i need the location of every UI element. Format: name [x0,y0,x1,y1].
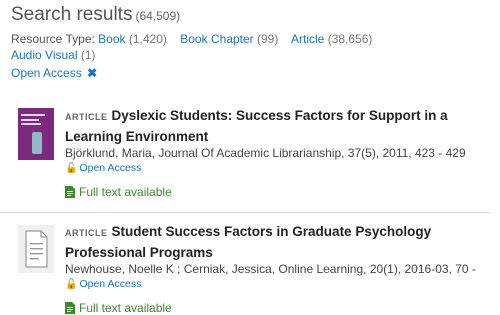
result-type-badge: ARTICLE [65,228,108,238]
document-icon [65,302,75,314]
full-text-link[interactable]: Full text available [65,185,485,199]
result-body: ARTICLE Dyslexic Students: Success Factor… [65,106,485,199]
result-title[interactable]: ARTICLE Student Success Factors in Gradua… [65,222,485,262]
unlock-icon: 🔓 [65,163,78,174]
open-access-label: Open Access [79,162,142,174]
facet-audio-visual-link[interactable]: Audio Visual [11,48,78,62]
result-title-line1[interactable]: Student Success Factors in Graduate Psyc… [112,224,432,239]
results-header: Search results (64,509) [11,4,180,26]
journal-cover-thumbnail[interactable] [18,108,54,160]
document-icon [65,186,75,198]
facet-audio-visual[interactable]: Audio Visual (1) [11,48,96,62]
result-item[interactable]: ARTICLE Dyslexic Students: Success Factor… [0,98,490,210]
page-title: Search results (64,509) [11,4,180,25]
full-text-label[interactable]: Full text available [79,185,172,199]
result-title[interactable]: ARTICLE Dyslexic Students: Success Factor… [65,106,485,146]
facet-book-chapter[interactable]: Book Chapter (99) [180,32,278,46]
active-filter-open-access[interactable]: Open Access ✖ [11,66,97,80]
facet-book-chapter-count: (99) [256,32,279,46]
result-type-badge: ARTICLE [65,112,108,122]
facet-audio-visual-count: (1) [80,48,96,62]
facet-label: Resource Type: [11,32,95,46]
resource-type-facets: Resource Type: Book (1,420) Book Chapter… [11,31,411,63]
facet-book-link[interactable]: Book [98,32,125,46]
facet-book[interactable]: Book (1,420) [98,32,167,46]
open-access-badge: 🔓 Open Access [65,161,485,176]
unlock-icon: 🔓 [65,279,78,290]
document-icon [18,225,54,273]
active-filter-label: Open Access [11,66,82,80]
result-body: ARTICLE Student Success Factors in Gradua… [65,222,485,315]
facet-article-count: (38,656) [327,32,373,46]
result-item[interactable]: ARTICLE Student Success Factors in Gradua… [0,212,490,315]
result-title-line2[interactable]: Professional Programs [65,245,213,260]
journal-cover-image [18,108,54,160]
result-citation: Björklund, Maria, Journal Of Academic Li… [65,146,466,160]
result-citation: Newhouse, Noelle K ; Cerniak, Jessica, O… [65,262,476,276]
full-text-link[interactable]: Full text available [65,301,485,315]
full-text-label[interactable]: Full text available [79,301,172,315]
facet-article-link[interactable]: Article [291,32,324,46]
title-text: Search results [11,4,133,25]
facet-book-count: (1,420) [128,32,167,46]
result-title-line1[interactable]: Dyslexic Students: Success Factors for S… [112,108,448,123]
result-title-line2[interactable]: Learning Environment [65,129,208,144]
document-thumbnail[interactable] [18,225,54,278]
results-count: (64,509) [135,9,181,23]
facet-article[interactable]: Article (38,656) [291,32,372,46]
open-access-badge: 🔓 Open Access [65,277,485,292]
facet-book-chapter-link[interactable]: Book Chapter [180,32,253,46]
close-icon[interactable]: ✖ [87,66,97,80]
open-access-label: Open Access [79,278,142,290]
